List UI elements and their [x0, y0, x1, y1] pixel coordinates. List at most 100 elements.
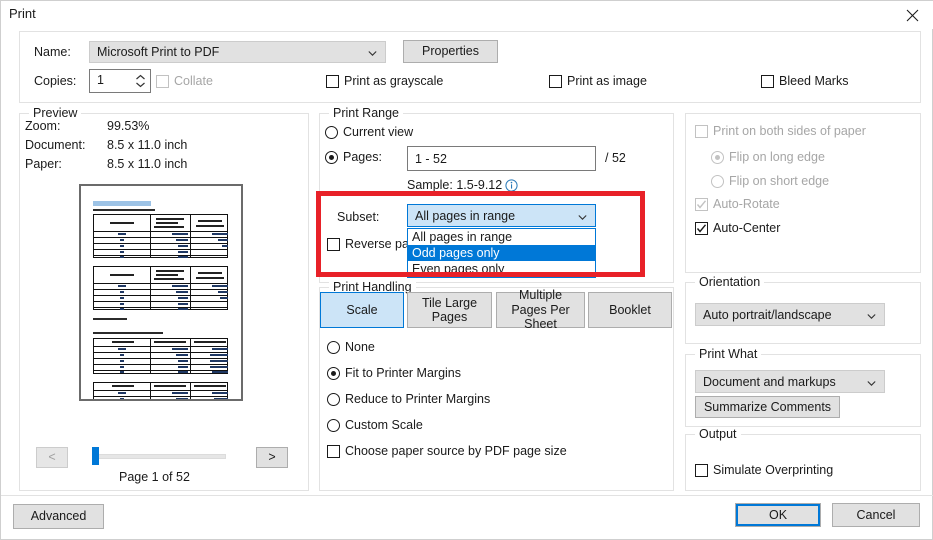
- auto-rotate-checkbox: Auto-Rotate: [695, 197, 780, 211]
- simulate-overprinting-label: Simulate Overprinting: [713, 463, 834, 477]
- tab-tile-large-pages[interactable]: Tile Large Pages: [407, 292, 492, 328]
- page-title: Print: [9, 6, 36, 21]
- choose-paper-source-checkbox[interactable]: Choose paper source by PDF page size: [327, 444, 567, 458]
- dropdown-option-all-pages[interactable]: All pages in range: [408, 229, 595, 245]
- zoom-label: Zoom:: [25, 119, 61, 133]
- chevron-down-icon: [578, 211, 587, 220]
- paper-label: Paper:: [25, 157, 62, 171]
- flip-long-edge-label: Flip on long edge: [729, 150, 825, 164]
- bleed-marks-checkbox[interactable]: Bleed Marks: [761, 74, 848, 88]
- chevron-down-icon: [867, 310, 876, 319]
- print-what-value: Document and markups: [703, 374, 836, 389]
- dropdown-option-even-pages[interactable]: Even pages only: [408, 261, 595, 277]
- radio-current-view[interactable]: Current view: [325, 125, 413, 139]
- close-icon[interactable]: [890, 1, 933, 29]
- simulate-overprinting-checkbox[interactable]: Simulate Overprinting: [695, 463, 833, 477]
- checkbox-box: [695, 221, 708, 235]
- copies-spin-buttons[interactable]: [132, 70, 148, 92]
- copies-value: 1: [97, 73, 104, 87]
- radio-circle: [325, 150, 338, 164]
- auto-center-label: Auto-Center: [713, 221, 781, 235]
- preview-group-title: Preview: [29, 106, 82, 120]
- zoom-value: 99.53%: [107, 119, 150, 133]
- subset-value: All pages in range: [415, 208, 516, 223]
- page-slider-track[interactable]: [93, 454, 226, 459]
- orientation-combo[interactable]: Auto portrait/landscape: [695, 303, 885, 326]
- radio-reduce-to-printer-margins[interactable]: Reduce to Printer Margins: [327, 392, 490, 406]
- print-what-combo[interactable]: Document and markups: [695, 370, 885, 393]
- radio-fit-to-printer-margins[interactable]: Fit to Printer Margins: [327, 366, 461, 380]
- print-both-sides-label: Print on both sides of paper: [713, 124, 866, 138]
- subset-combo[interactable]: All pages in range: [407, 204, 596, 227]
- tab-booklet[interactable]: Booklet: [588, 292, 672, 328]
- checkbox-box: [549, 74, 562, 88]
- radio-circle: [327, 366, 340, 380]
- print-as-grayscale-checkbox[interactable]: Print as grayscale: [326, 74, 443, 88]
- radio-flip-long-edge: Flip on long edge: [711, 150, 825, 164]
- flip-short-edge-label: Flip on short edge: [729, 174, 830, 188]
- collate-label: Collate: [174, 74, 213, 88]
- radio-circle: [327, 418, 340, 432]
- radio-circle: [325, 125, 338, 139]
- printer-name-combo[interactable]: Microsoft Print to PDF: [89, 41, 386, 63]
- output-group-title: Output: [695, 427, 741, 441]
- subset-label: Subset:: [337, 210, 380, 224]
- print-what-group-title: Print What: [695, 347, 762, 361]
- fit-to-printer-margins-label: Fit to Printer Margins: [345, 366, 462, 380]
- tab-multiple-pages-per-sheet[interactable]: Multiple Pages Per Sheet: [496, 288, 585, 331]
- print-as-image-checkbox[interactable]: Print as image: [549, 74, 647, 88]
- scale-none-label: None: [345, 340, 375, 354]
- radio-scale-none[interactable]: None: [327, 340, 375, 354]
- bleed-marks-label: Bleed Marks: [779, 74, 849, 88]
- checkbox-box: [695, 197, 708, 211]
- print-as-image-label: Print as image: [567, 74, 647, 88]
- radio-circle: [711, 174, 724, 188]
- copies-label: Copies:: [34, 74, 77, 88]
- preview-next-button[interactable]: >: [256, 447, 288, 468]
- current-view-label: Current view: [343, 125, 414, 139]
- checkbox-box: [327, 444, 340, 458]
- collate-checkbox: Collate: [156, 74, 213, 88]
- auto-rotate-label: Auto-Rotate: [713, 197, 780, 211]
- radio-circle: [711, 150, 724, 164]
- page-status: Page 1 of 52: [119, 470, 190, 484]
- custom-scale-label: Custom Scale: [345, 418, 423, 432]
- document-label: Document:: [25, 138, 86, 152]
- page-slider-thumb[interactable]: [92, 447, 99, 465]
- preview-prev-button[interactable]: <: [36, 447, 68, 468]
- chevron-down-icon: [867, 377, 876, 386]
- print-as-grayscale-label: Print as grayscale: [344, 74, 444, 88]
- pages-label: Pages:: [343, 150, 382, 164]
- pages-input[interactable]: 1 - 52: [407, 146, 596, 171]
- checkbox-box: [327, 237, 340, 251]
- dropdown-option-odd-pages[interactable]: Odd pages only: [408, 245, 595, 261]
- checkbox-box: [761, 74, 774, 88]
- info-icon[interactable]: [505, 179, 518, 195]
- checkbox-box: [326, 74, 339, 88]
- tab-scale[interactable]: Scale: [320, 292, 404, 328]
- pages-input-value: 1 - 52: [415, 151, 447, 166]
- auto-center-checkbox[interactable]: Auto-Center: [695, 221, 780, 235]
- cancel-button[interactable]: Cancel: [832, 503, 920, 527]
- choose-paper-source-label: Choose paper source by PDF page size: [345, 444, 567, 458]
- print-dialog: Print Name: Microsoft Print to PDF Prope…: [0, 0, 933, 540]
- copies-stepper[interactable]: 1: [89, 69, 151, 93]
- radio-circle: [327, 340, 340, 354]
- radio-custom-scale[interactable]: Custom Scale: [327, 418, 423, 432]
- paper-value: 8.5 x 11.0 inch: [107, 157, 188, 171]
- ok-button[interactable]: OK: [735, 503, 821, 527]
- checkbox-box: [156, 74, 169, 88]
- radio-circle: [327, 392, 340, 406]
- advanced-button[interactable]: Advanced: [13, 504, 104, 529]
- summarize-comments-button[interactable]: Summarize Comments: [695, 396, 840, 418]
- print-range-group-title: Print Range: [329, 106, 404, 120]
- orientation-value: Auto portrait/landscape: [703, 307, 832, 322]
- sample-hint: Sample: 1.5-9.12: [407, 178, 503, 192]
- radio-flip-short-edge: Flip on short edge: [711, 174, 829, 188]
- document-value: 8.5 x 11.0 inch: [107, 138, 188, 152]
- subset-dropdown-list[interactable]: All pages in range Odd pages only Even p…: [407, 228, 596, 278]
- printer-name-label: Name:: [34, 45, 71, 59]
- title-bar: Print: [1, 1, 933, 29]
- properties-button[interactable]: Properties: [403, 40, 498, 63]
- radio-pages[interactable]: Pages:: [325, 150, 382, 164]
